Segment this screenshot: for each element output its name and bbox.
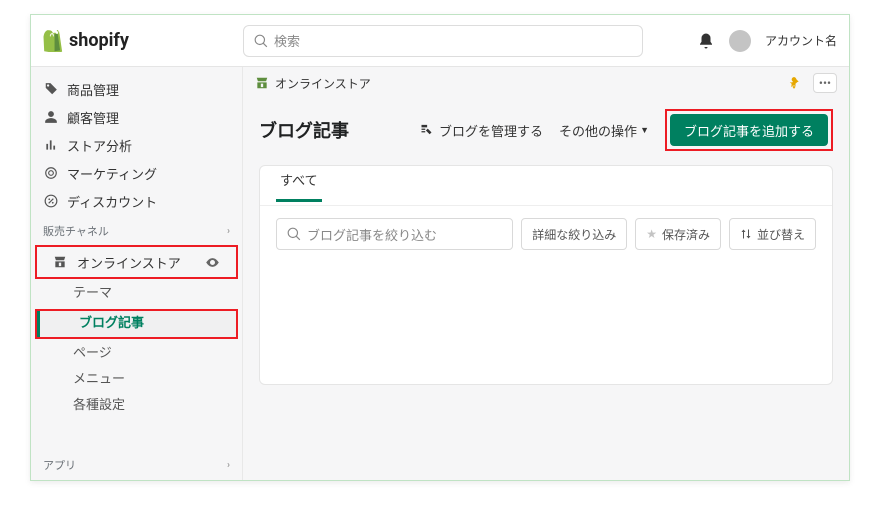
add-blog-post-button[interactable]: ブログ記事を追加する (670, 114, 828, 146)
sidebar-item-label: 顧客管理 (67, 108, 119, 127)
avatar[interactable] (729, 30, 751, 52)
detailed-filter-button[interactable]: 詳細な絞り込み (521, 218, 627, 250)
tag-icon (43, 82, 59, 96)
sidebar-item-add-app[interactable]: ＋ アプリを追加 (31, 477, 242, 480)
highlight-blog-posts: ブログ記事 (35, 309, 238, 339)
sort-icon (740, 228, 752, 240)
blog-icon (419, 123, 434, 138)
sidebar-item-label: マーケティング (67, 164, 157, 183)
logo: shopify (43, 30, 243, 52)
account-name: アカウント名 (765, 32, 837, 49)
highlight-online-store: オンラインストア (35, 245, 238, 279)
sidebar-sub-preferences[interactable]: 各種設定 (31, 393, 242, 419)
breadcrumb: オンラインストア (255, 75, 371, 92)
star-icon: ★ (646, 227, 657, 241)
person-icon (43, 110, 59, 124)
chevron-right-icon[interactable]: › (227, 226, 230, 237)
pin-icon (787, 76, 801, 90)
pin-button[interactable] (787, 76, 801, 90)
highlight-add-button: ブログ記事を追加する (665, 109, 833, 151)
caret-down-icon: ▼ (640, 125, 649, 136)
sidebar-section-apps: アプリ › (31, 449, 242, 477)
sidebar-sub-themes[interactable]: テーマ (31, 281, 242, 307)
more-actions-button[interactable]: ••• (813, 73, 837, 93)
sidebar-item-products[interactable]: 商品管理 (31, 75, 242, 103)
notifications-button[interactable] (697, 32, 715, 50)
search-placeholder: 検索 (274, 31, 300, 50)
bell-icon (697, 32, 715, 50)
sidebar-item-label: 商品管理 (67, 80, 119, 99)
sidebar-item-label: ディスカウント (67, 192, 157, 211)
logo-text: shopify (69, 30, 129, 51)
sidebar-item-marketing[interactable]: マーケティング (31, 159, 242, 187)
other-actions-dropdown[interactable]: その他の操作 ▼ (559, 121, 649, 140)
target-icon (43, 166, 59, 180)
sidebar-item-online-store[interactable]: オンラインストア (43, 247, 230, 277)
chevron-right-icon[interactable]: › (227, 460, 230, 471)
tab-all[interactable]: すべて (276, 170, 322, 202)
sidebar-sub-navigation[interactable]: メニュー (31, 367, 242, 393)
sidebar-sub-pages[interactable]: ページ (31, 341, 242, 367)
sidebar-sub-blog-posts[interactable]: ブログ記事 (37, 311, 236, 337)
store-icon (53, 255, 69, 269)
sidebar-item-label: ストア分析 (67, 136, 132, 155)
discount-icon (43, 194, 59, 208)
dots-icon: ••• (819, 76, 831, 90)
page-title: ブログ記事 (259, 117, 349, 143)
eye-icon[interactable] (205, 255, 220, 270)
search-icon (287, 227, 301, 241)
sidebar-item-customers[interactable]: 顧客管理 (31, 103, 242, 131)
search-icon (254, 34, 268, 48)
sidebar-item-label: オンラインストア (77, 253, 181, 272)
saved-views-button[interactable]: ★ 保存済み (635, 218, 721, 250)
sidebar: 商品管理 顧客管理 ストア分析 マーケティング (31, 67, 243, 480)
shopify-bag-icon (43, 30, 63, 52)
chart-icon (43, 138, 59, 152)
content-card: すべて ブログ記事を絞り込む 詳細な絞り込み ★ 保存済み (259, 165, 833, 385)
sidebar-item-analytics[interactable]: ストア分析 (31, 131, 242, 159)
store-icon (255, 76, 269, 90)
sidebar-item-discounts[interactable]: ディスカウント (31, 187, 242, 215)
sidebar-section-channels: 販売チャネル › (31, 215, 242, 243)
search-input[interactable]: 検索 (243, 25, 643, 57)
manage-blog-link[interactable]: ブログを管理する (419, 121, 543, 140)
sort-button[interactable]: 並び替え (729, 218, 816, 250)
filter-placeholder: ブログ記事を絞り込む (307, 225, 437, 244)
filter-input[interactable]: ブログ記事を絞り込む (276, 218, 513, 250)
